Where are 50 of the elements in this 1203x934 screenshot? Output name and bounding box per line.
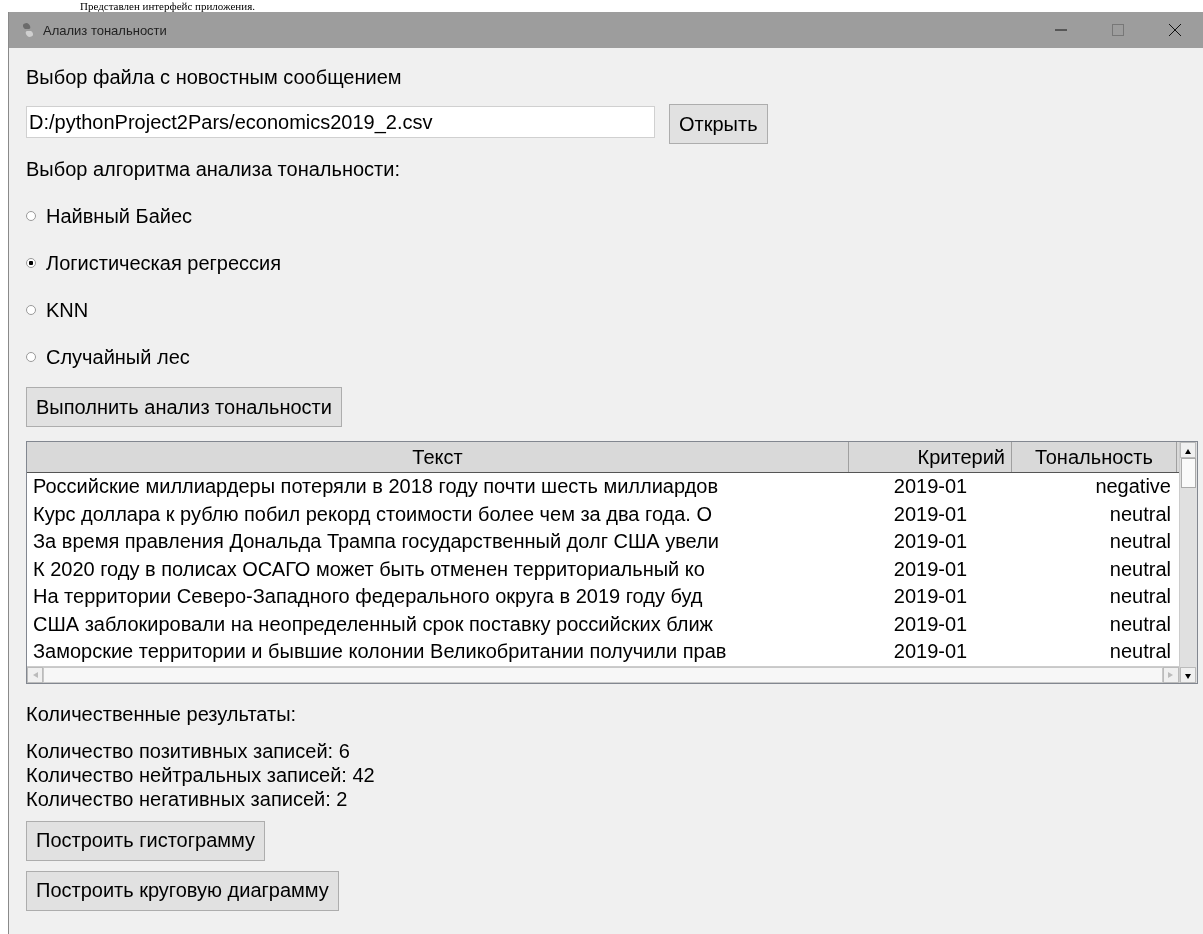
column-header[interactable]: Текст xyxy=(27,442,849,472)
radio-label: Найвный Байес xyxy=(46,204,193,228)
table-cell-text: 2019-01 xyxy=(892,556,969,582)
table-cell-text: Курс доллара к рублю побил рекорд стоимости более чем за два года. О xyxy=(32,501,714,527)
table-cell-text: 2019-01 xyxy=(892,529,969,554)
table-cell-text: На территории Северо-Западного федерального округа в 2019 году буд xyxy=(32,584,704,609)
count-text: Количество нейтральных записей: 42 xyxy=(26,762,375,787)
table-cell-text: neutral xyxy=(1108,501,1172,527)
column-header[interactable]: Критерий xyxy=(849,442,1012,472)
horizontal-scrollbar[interactable] xyxy=(27,665,1179,683)
table-cell-text: 2019-01 xyxy=(892,611,969,637)
radio-label: KNN xyxy=(46,298,89,322)
close-icon[interactable] xyxy=(1167,23,1182,37)
file-path-field[interactable]: D:/pythonProject2Pars/economics2019_2.csv xyxy=(26,106,655,138)
table-cell-text: 2019-01 xyxy=(892,501,969,527)
radio-label: Логистическая регрессия xyxy=(46,251,282,275)
results-label: Количественные результаты: xyxy=(26,701,297,726)
count-text: Количество негативных записей: 2 xyxy=(26,786,348,811)
chart-button[interactable]: Построить круговую диаграмму xyxy=(26,870,339,911)
table-cell-text: К 2020 году в полисах ОСАГО может быть отменен территориальный ко xyxy=(32,556,706,582)
radio-button[interactable] xyxy=(26,211,36,221)
window-title: Алализ тональности xyxy=(43,22,168,38)
maximize-icon[interactable] xyxy=(1110,23,1125,37)
algorithm-label: Выбор алгоритма анализа тональности: xyxy=(26,157,400,181)
table-cell-text: Заморские территории и бывшие колонии Великобритании получили прав xyxy=(32,639,728,664)
radio-button[interactable] xyxy=(26,258,36,268)
document-caption: Представлен интерфейс приложения. xyxy=(80,0,255,12)
table-cell-text: За время правления Дональда Трампа государственный долг США увели xyxy=(32,529,720,554)
radio-button[interactable] xyxy=(26,305,36,315)
table-cell-text: 2019-01 xyxy=(892,584,969,609)
radio-button[interactable] xyxy=(26,352,36,362)
table-cell-text: neutral xyxy=(1108,639,1172,664)
chart-button[interactable]: Построить гистограмму xyxy=(26,820,265,861)
file-label: Выбор файла с новостным сообщением xyxy=(26,65,402,89)
table-cell-text: neutral xyxy=(1108,584,1172,609)
table-cell-text: США заблокировали на неопределенный срок поставку российских ближ xyxy=(32,611,714,637)
table-cell-text: Российские миллиардеры потеряли в 2018 году почти шесть миллиардов xyxy=(32,474,720,499)
table-cell-text: negative xyxy=(1094,474,1172,499)
open-button[interactable]: Открыть xyxy=(669,104,768,144)
count-text: Количество позитивных записей: 6 xyxy=(26,738,350,763)
table-cell-text: neutral xyxy=(1108,556,1172,582)
vertical-scrollbar[interactable] xyxy=(1179,442,1197,683)
radio-label: Случайный лес xyxy=(46,345,190,369)
scroll-thumb[interactable] xyxy=(1181,458,1196,488)
table-cell-text: 2019-01 xyxy=(892,474,969,499)
run-analysis-button[interactable]: Выполнить анализ тональности xyxy=(26,387,342,427)
table-cell-text: 2019-01 xyxy=(892,639,969,664)
table-cell-text: neutral xyxy=(1108,611,1172,637)
column-header[interactable]: Тональность xyxy=(1012,442,1177,472)
table-cell-text: neutral xyxy=(1108,529,1172,554)
